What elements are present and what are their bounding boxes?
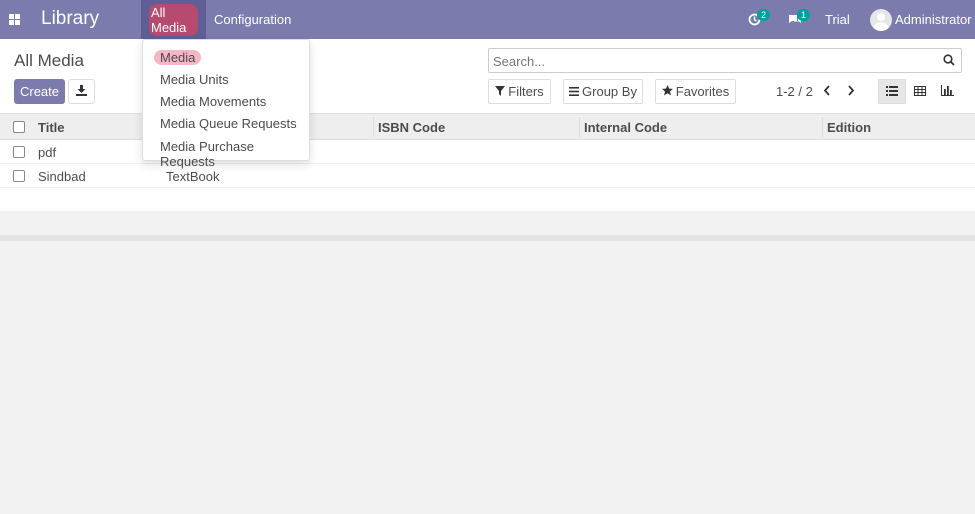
dropdown-item-media-units[interactable]: Media Units xyxy=(160,72,229,87)
list-view-button[interactable] xyxy=(878,79,906,104)
search-icon[interactable] xyxy=(943,54,955,69)
table-icon xyxy=(914,84,926,99)
table-empty-row xyxy=(0,188,975,212)
column-header-isbn[interactable]: ISBN Code xyxy=(378,120,445,135)
clock-icon: 2 xyxy=(748,8,771,27)
create-button[interactable]: Create xyxy=(14,79,65,104)
table-footer xyxy=(0,235,975,241)
column-header-title[interactable]: Title xyxy=(38,120,65,135)
activities-count-badge: 2 xyxy=(757,8,771,21)
chevron-right-icon xyxy=(847,84,855,99)
trial-label[interactable]: Trial xyxy=(825,0,850,39)
pivot-view-button[interactable] xyxy=(906,79,934,104)
user-menu[interactable]: Administrator xyxy=(870,0,972,39)
filter-icon xyxy=(495,84,506,99)
group-by-label: Group By xyxy=(582,84,637,99)
messages-systray[interactable]: 1 xyxy=(788,0,811,39)
dropdown-item-media-queue-requests[interactable]: Media Queue Requests xyxy=(160,116,297,131)
row-checkbox[interactable] xyxy=(13,146,25,158)
row-title: pdf xyxy=(38,145,57,160)
pager-previous-button[interactable] xyxy=(823,84,831,99)
search-box xyxy=(488,48,962,73)
bars-icon xyxy=(569,84,580,99)
dropdown-item-media[interactable]: Media xyxy=(154,50,202,65)
bar-chart-icon xyxy=(940,84,954,99)
messages-count-badge: 1 xyxy=(797,8,811,21)
top-navbar: Library All Media Configuration 2 1 Tria… xyxy=(0,0,975,39)
page-title: All Media xyxy=(14,51,84,70)
user-avatar xyxy=(870,8,892,31)
menu-configuration[interactable]: Configuration xyxy=(206,0,299,39)
menu-all-media[interactable]: All Media xyxy=(141,0,206,39)
row-type: TextBook xyxy=(166,169,220,184)
list-icon xyxy=(886,84,898,99)
menu-all-media-label: All Media xyxy=(149,3,198,36)
app-brand[interactable]: Library xyxy=(41,8,99,30)
search-input[interactable] xyxy=(493,53,933,69)
column-header-edition[interactable]: Edition xyxy=(827,120,871,135)
favorites-button[interactable]: Favorites xyxy=(655,79,736,104)
dropdown-item-media-movements[interactable]: Media Movements xyxy=(160,94,266,109)
select-all-checkbox[interactable] xyxy=(13,121,25,133)
graph-view-button[interactable] xyxy=(933,79,961,104)
column-header-internal-code[interactable]: Internal Code xyxy=(584,120,667,135)
row-title: Sindbad xyxy=(38,169,86,184)
export-button[interactable] xyxy=(68,79,95,104)
user-name: Administrator xyxy=(895,12,972,27)
row-checkbox[interactable] xyxy=(13,170,25,182)
filters-button[interactable]: Filters xyxy=(488,79,551,104)
all-media-dropdown: Media Media Units Media Movements Media … xyxy=(142,39,310,169)
pager-next-button[interactable] xyxy=(847,84,855,99)
favorites-label: Favorites xyxy=(675,84,730,99)
pager-value[interactable]: 1-2 / 2 xyxy=(776,84,813,99)
chevron-left-icon xyxy=(823,84,831,99)
dropdown-item-media-purchase-requests[interactable]: Media Purchase Requests xyxy=(160,139,309,169)
download-icon xyxy=(76,84,87,99)
table-row[interactable]: Sindbad TextBook xyxy=(0,164,975,188)
apps-menu-icon[interactable] xyxy=(9,14,20,25)
star-icon xyxy=(661,84,673,99)
group-by-button[interactable]: Group By xyxy=(563,79,643,104)
activities-systray[interactable]: 2 xyxy=(748,0,771,39)
filters-label: Filters xyxy=(508,84,544,99)
chat-icon: 1 xyxy=(788,8,811,27)
